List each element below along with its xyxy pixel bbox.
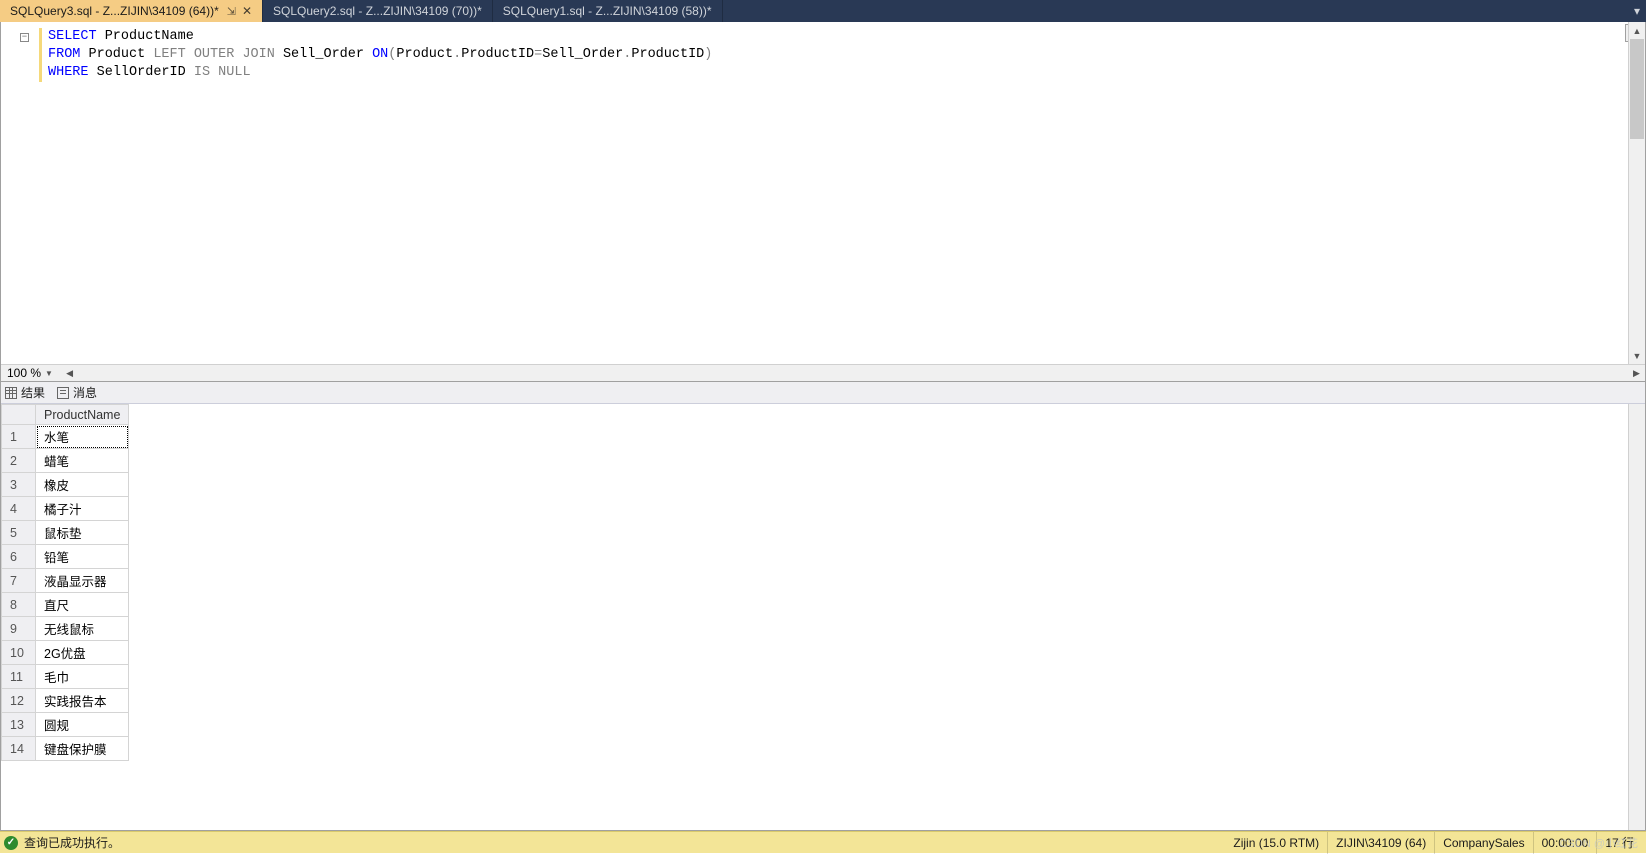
row-header[interactable]: 1 (2, 425, 36, 449)
cell-productname[interactable]: 2G优盘 (36, 641, 129, 665)
table-corner[interactable] (2, 405, 36, 425)
scroll-down-icon[interactable]: ▼ (1629, 347, 1645, 364)
status-right: Zijin (15.0 RTM) ZIJIN\34109 (64) Compan… (1225, 832, 1642, 854)
cell-productname[interactable]: 蜡笔 (36, 449, 129, 473)
editor-horizontal-scroll: 100 % ▼ ◀ ▶ (1, 364, 1645, 381)
status-login: ZIJIN\34109 (64) (1327, 832, 1434, 854)
cell-productname[interactable]: 铅笔 (36, 545, 129, 569)
results-tabs: 结果 消息 (1, 382, 1645, 404)
scroll-up-icon[interactable]: ▲ (1629, 22, 1645, 39)
row-header[interactable]: 2 (2, 449, 36, 473)
cell-productname[interactable]: 圆规 (36, 713, 129, 737)
pin-icon[interactable]: ⇲ (227, 5, 236, 18)
tab-results[interactable]: 结果 (5, 384, 45, 401)
tab-results-label: 结果 (21, 384, 45, 401)
tab-sqlquery1[interactable]: SQLQuery1.sql - Z...ZIJIN\34109 (58))* (493, 0, 723, 22)
sql-editor: ⇕ − SELECT ProductName FROM Product LEFT… (0, 22, 1646, 382)
scroll-left-icon[interactable]: ◀ (61, 368, 78, 379)
row-header[interactable]: 10 (2, 641, 36, 665)
cell-productname[interactable]: 橘子汁 (36, 497, 129, 521)
close-icon[interactable]: ✕ (242, 4, 252, 18)
table-row[interactable]: 7液晶显示器 (2, 569, 129, 593)
row-header[interactable]: 6 (2, 545, 36, 569)
row-header[interactable]: 9 (2, 617, 36, 641)
cell-productname[interactable]: 鼠标垫 (36, 521, 129, 545)
table-row[interactable]: 14键盘保护膜 (2, 737, 129, 761)
success-icon: ✓ (4, 836, 18, 850)
row-header[interactable]: 3 (2, 473, 36, 497)
table-row[interactable]: 3橡皮 (2, 473, 129, 497)
row-header[interactable]: 13 (2, 713, 36, 737)
cell-productname[interactable]: 液晶显示器 (36, 569, 129, 593)
row-header[interactable]: 5 (2, 521, 36, 545)
table-row[interactable]: 4橘子汁 (2, 497, 129, 521)
table-row[interactable]: 5鼠标垫 (2, 521, 129, 545)
status-elapsed: 00:00:00 (1533, 832, 1597, 854)
zoom-value: 100 % (7, 366, 41, 380)
scroll-thumb[interactable] (1630, 39, 1644, 139)
status-bar: ✓ 查询已成功执行。 Zijin (15.0 RTM) ZIJIN\34109 … (0, 831, 1646, 853)
cell-productname[interactable]: 直尺 (36, 593, 129, 617)
row-header[interactable]: 11 (2, 665, 36, 689)
cell-productname[interactable]: 无线鼠标 (36, 617, 129, 641)
tab-label: SQLQuery2.sql - Z...ZIJIN\34109 (70))* (273, 4, 482, 18)
outline-gutter: − (1, 22, 31, 364)
results-grid[interactable]: ProductName 1水笔2蜡笔3橡皮4橘子汁5鼠标垫6铅笔7液晶显示器8直… (1, 404, 1628, 830)
table-row[interactable]: 102G优盘 (2, 641, 129, 665)
table-row[interactable]: 8直尺 (2, 593, 129, 617)
chevron-down-icon[interactable]: ▼ (45, 369, 55, 378)
cell-productname[interactable]: 毛巾 (36, 665, 129, 689)
row-header[interactable]: 14 (2, 737, 36, 761)
table-row[interactable]: 11毛巾 (2, 665, 129, 689)
tab-overflow-dropdown[interactable]: ▾ (1628, 0, 1646, 22)
results-panel: 结果 消息 ProductName 1水笔2蜡笔3橡皮4橘子汁5鼠标垫6铅笔7液… (0, 382, 1646, 831)
cell-productname[interactable]: 水笔 (36, 425, 129, 449)
tab-label: SQLQuery1.sql - Z...ZIJIN\34109 (58))* (503, 4, 712, 18)
tab-sqlquery3[interactable]: SQLQuery3.sql - Z...ZIJIN\34109 (64))* ⇲… (0, 0, 263, 22)
scroll-right-icon[interactable]: ▶ (1628, 368, 1645, 379)
status-database: CompanySales (1434, 832, 1532, 854)
editor-vertical-scrollbar[interactable]: ▲ ▼ (1628, 22, 1645, 364)
grid-icon (5, 387, 17, 399)
tab-messages[interactable]: 消息 (57, 384, 97, 401)
status-rowcount: 17 行 (1596, 832, 1642, 854)
row-header[interactable]: 4 (2, 497, 36, 521)
row-header[interactable]: 12 (2, 689, 36, 713)
table-row[interactable]: 12实践报告本 (2, 689, 129, 713)
row-header[interactable]: 8 (2, 593, 36, 617)
table-row[interactable]: 9无线鼠标 (2, 617, 129, 641)
table-row[interactable]: 13圆规 (2, 713, 129, 737)
column-header-productname[interactable]: ProductName (36, 405, 129, 425)
cell-productname[interactable]: 橡皮 (36, 473, 129, 497)
tab-messages-label: 消息 (73, 384, 97, 401)
status-message: 查询已成功执行。 (24, 834, 120, 851)
tab-sqlquery2[interactable]: SQLQuery2.sql - Z...ZIJIN\34109 (70))* (263, 0, 493, 22)
results-vertical-scrollbar[interactable] (1628, 404, 1645, 830)
collapse-icon[interactable]: − (20, 33, 29, 42)
cell-productname[interactable]: 键盘保护膜 (36, 737, 129, 761)
table-row[interactable]: 2蜡笔 (2, 449, 129, 473)
status-server: Zijin (15.0 RTM) (1225, 832, 1327, 854)
row-header[interactable]: 7 (2, 569, 36, 593)
tab-label: SQLQuery3.sql - Z...ZIJIN\34109 (64))* (10, 4, 219, 18)
table-row[interactable]: 1水笔 (2, 425, 129, 449)
messages-icon (57, 387, 69, 399)
cell-productname[interactable]: 实践报告本 (36, 689, 129, 713)
table-row[interactable]: 6铅笔 (2, 545, 129, 569)
zoom-level[interactable]: 100 % ▼ (1, 366, 61, 380)
code-area[interactable]: SELECT ProductName FROM Product LEFT OUT… (31, 22, 1628, 364)
document-tabs: SQLQuery3.sql - Z...ZIJIN\34109 (64))* ⇲… (0, 0, 1646, 22)
